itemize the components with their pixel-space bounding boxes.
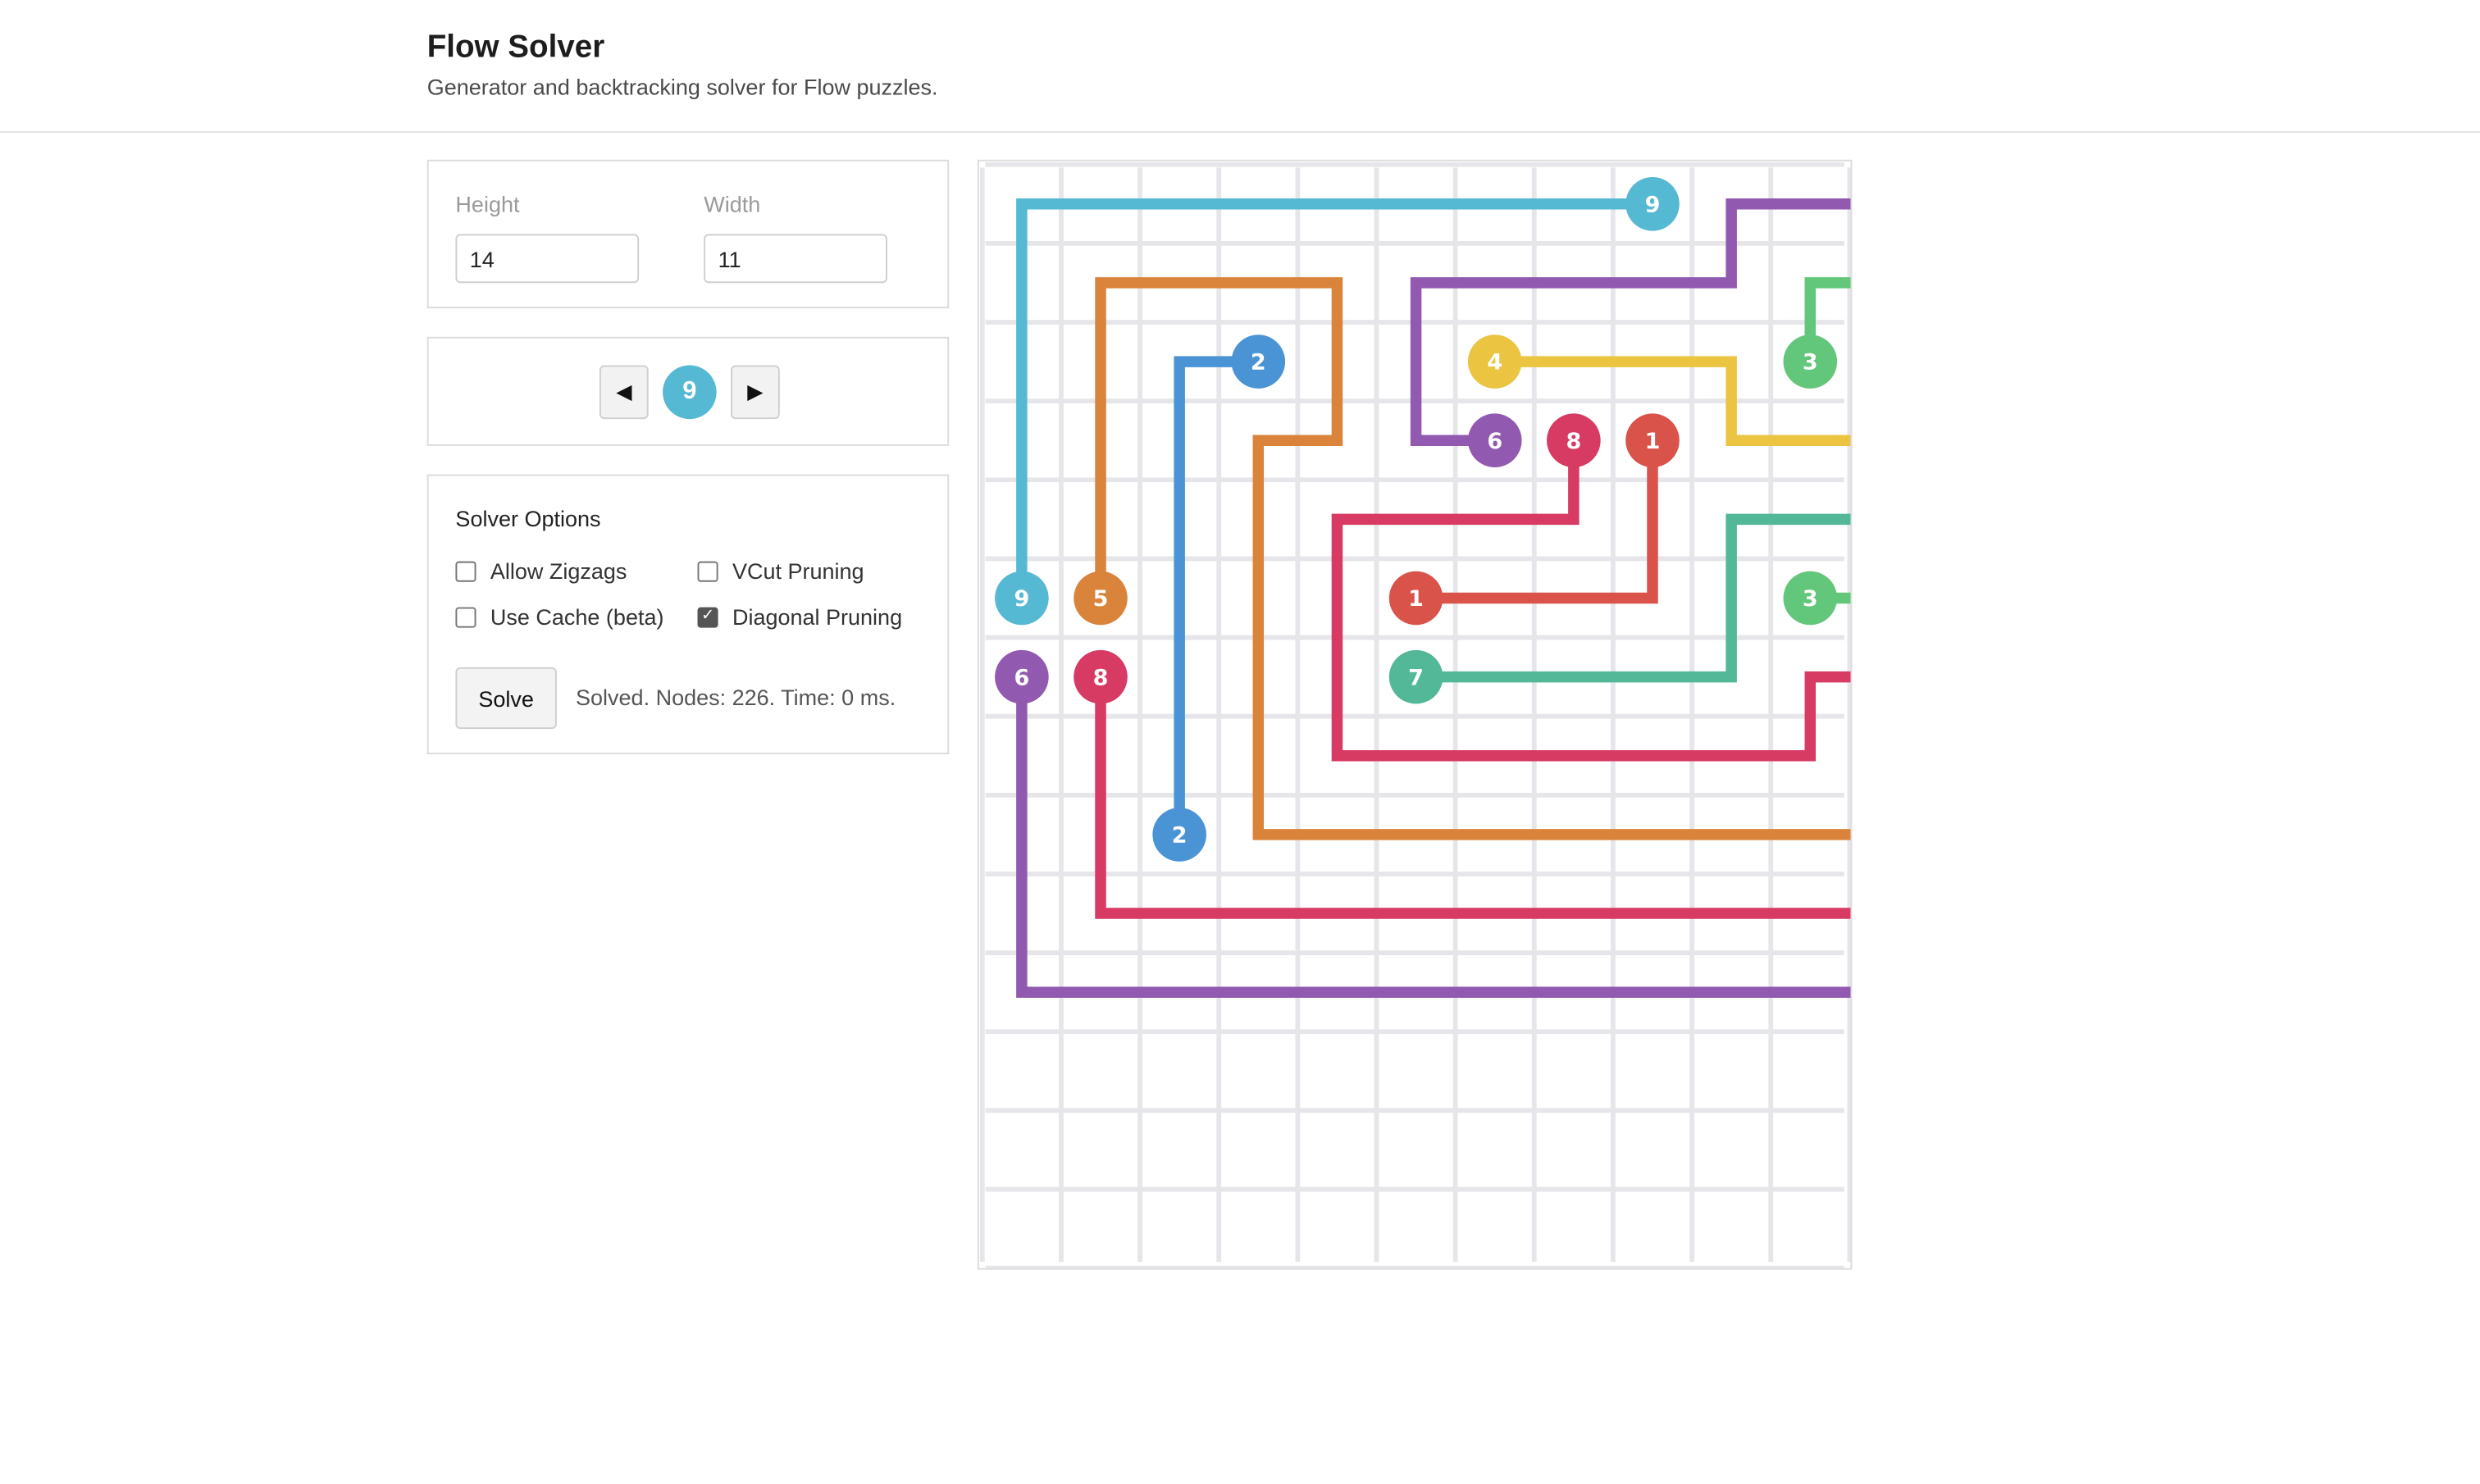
flow-endpoint-label: 2 bbox=[1172, 823, 1188, 849]
triangle-left-icon: ◀ bbox=[616, 379, 632, 403]
next-button[interactable]: ▶ bbox=[731, 365, 780, 420]
page-subtitle: Generator and backtracking solver for Fl… bbox=[426, 74, 938, 100]
flow-endpoint-label: 1 bbox=[1408, 586, 1424, 612]
solver-status: Solved. Nodes: 226. Time: 0 ms. bbox=[576, 685, 896, 710]
triangle-right-icon: ▶ bbox=[747, 379, 764, 403]
flow-endpoint-label: 6 bbox=[1014, 665, 1029, 690]
flow-endpoint-label: 5 bbox=[1093, 586, 1109, 612]
flow-endpoint-label: 6 bbox=[1487, 429, 1502, 454]
puzzle-board-canvas[interactable]: 965822174689133475 bbox=[979, 162, 2053, 1271]
diagonal-pruning-option[interactable]: ✓ Diagonal Pruning bbox=[697, 603, 903, 630]
flow-endpoint-label: 3 bbox=[1803, 586, 1818, 612]
allow-zigzags-label: Allow Zigzags bbox=[490, 558, 627, 584]
allow-zigzags-option[interactable]: Allow Zigzags bbox=[455, 558, 627, 584]
vcut-pruning-label: VCut Pruning bbox=[732, 558, 864, 584]
flow-endpoint-label: 8 bbox=[1566, 429, 1581, 454]
color-navigator-panel: ◀ 9 ▶ bbox=[426, 336, 950, 446]
flow-endpoint-label: 9 bbox=[1645, 192, 1661, 217]
solver-options-title: Solver Options bbox=[455, 506, 601, 532]
use-cache-label: Use Cache (beta) bbox=[490, 603, 664, 630]
solve-button[interactable]: Solve bbox=[455, 667, 557, 730]
allow-zigzags-checkbox[interactable] bbox=[455, 560, 476, 581]
dimensions-panel: Height Width bbox=[426, 159, 950, 309]
vcut-pruning-option[interactable]: VCut Pruning bbox=[697, 558, 864, 584]
app-header: Flow Solver Generator and backtracking s… bbox=[0, 0, 2480, 134]
height-input[interactable] bbox=[455, 234, 640, 284]
diagonal-pruning-label: Diagonal Pruning bbox=[732, 603, 903, 630]
width-label: Width bbox=[704, 191, 761, 217]
puzzle-board[interactable]: 965822174689133475 bbox=[977, 159, 2053, 1271]
flow-endpoint-label: 8 bbox=[1093, 665, 1109, 690]
flow-endpoint-label: 2 bbox=[1251, 350, 1266, 376]
use-cache-checkbox[interactable] bbox=[455, 606, 476, 627]
flow-endpoint-label: 7 bbox=[1408, 665, 1424, 690]
height-label: Height bbox=[455, 191, 520, 217]
vcut-pruning-checkbox[interactable] bbox=[697, 560, 718, 581]
previous-button[interactable]: ◀ bbox=[599, 365, 649, 420]
current-color-badge: 9 bbox=[663, 365, 717, 420]
use-cache-option[interactable]: Use Cache (beta) bbox=[455, 604, 663, 630]
diagonal-pruning-checkbox[interactable]: ✓ bbox=[697, 606, 718, 627]
flow-endpoint-label: 9 bbox=[1014, 586, 1029, 612]
flow-endpoint-label: 4 bbox=[1487, 350, 1502, 376]
width-input[interactable] bbox=[704, 234, 887, 284]
page-title: Flow Solver bbox=[426, 30, 605, 66]
flow-endpoint-label: 1 bbox=[1645, 429, 1661, 454]
flow-endpoint-label: 3 bbox=[1803, 350, 1818, 376]
solver-options-panel: Solver Options Allow Zigzags VCut Prunin… bbox=[426, 474, 950, 754]
